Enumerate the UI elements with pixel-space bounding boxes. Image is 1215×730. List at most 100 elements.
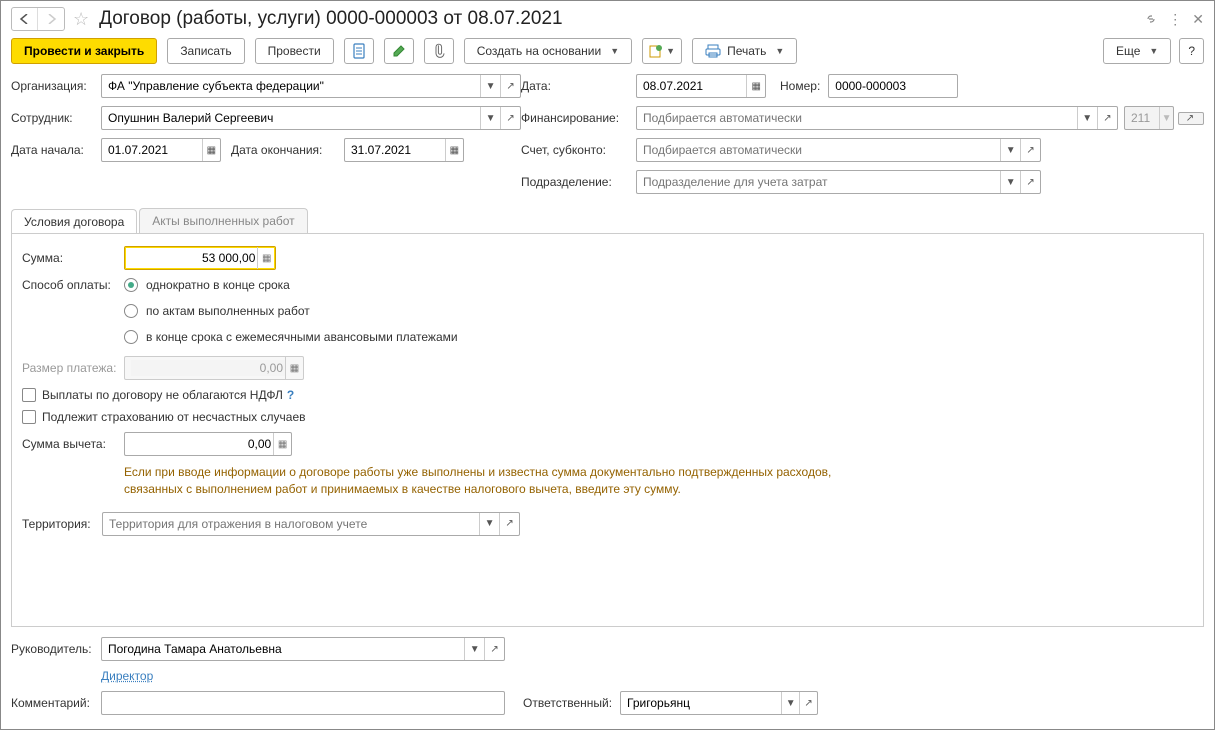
financing-input[interactable] (637, 107, 1077, 129)
nav-back-button[interactable] (12, 8, 38, 30)
chevron-down-icon: ▼ (775, 46, 784, 56)
manager-input[interactable] (102, 638, 464, 660)
checkbox-no-ndfl-label: Выплаты по договору не облагаются НДФЛ (42, 388, 283, 402)
more-label: Еще (1116, 44, 1140, 58)
date-input[interactable] (637, 75, 746, 97)
dropdown-icon: ▼ (1159, 107, 1173, 129)
dropdown-icon[interactable]: ▼ (480, 107, 500, 129)
page-title: Договор (работы, услуги) 0000-000003 от … (99, 8, 562, 30)
link-icon[interactable] (1144, 12, 1158, 26)
edit-icon-button[interactable] (384, 38, 414, 64)
manager-position-link[interactable]: Директор (101, 669, 153, 683)
report-icon-button[interactable] (344, 38, 374, 64)
date-end-label: Дата окончания: (231, 143, 344, 157)
sum-label: Cумма: (22, 251, 124, 265)
radio-icon (124, 278, 138, 292)
dropdown-icon[interactable]: ▼ (1000, 171, 1020, 193)
template-icon-button[interactable]: ▼ (642, 38, 682, 64)
create-based-button[interactable]: Создать на основании ▼ (464, 38, 632, 64)
open-icon[interactable]: ↗ (500, 107, 520, 129)
organization-label: Организация: (11, 79, 101, 93)
calculator-icon[interactable]: ▦ (273, 433, 291, 455)
territory-input[interactable] (103, 513, 479, 535)
date-label: Дата: (521, 79, 636, 93)
deduction-note: Если при вводе информации о договоре раб… (124, 464, 844, 498)
financing-label: Финансирование: (521, 111, 636, 125)
open-icon[interactable]: ↗ (1097, 107, 1117, 129)
post-and-close-button[interactable]: Провести и закрыть (11, 38, 157, 64)
open-icon[interactable]: ↗ (500, 75, 520, 97)
attachment-icon-button[interactable] (424, 38, 454, 64)
create-based-label: Создать на основании (477, 44, 602, 58)
tab-contract-terms[interactable]: Условия договора (11, 209, 137, 234)
payment-size-input (131, 360, 285, 376)
checkbox-insurance[interactable] (22, 410, 36, 424)
account-input[interactable] (637, 139, 1000, 161)
responsible-input[interactable] (621, 692, 781, 714)
comment-input[interactable] (102, 692, 504, 714)
employee-label: Сотрудник: (11, 111, 101, 125)
chevron-down-icon: ▼ (610, 46, 619, 56)
open-icon: ↗ (1179, 113, 1201, 124)
tab-acts-label: Акты выполненных работ (152, 214, 294, 228)
date-start-label: Дата начала: (11, 143, 101, 157)
help-hint-icon[interactable]: ? (287, 388, 294, 402)
calendar-icon[interactable]: ▦ (445, 139, 463, 161)
more-button[interactable]: Еще ▼ (1103, 38, 1171, 64)
radio-monthly-adv[interactable]: в конце срока с ежемесячными авансовыми … (124, 330, 458, 344)
post-label: Провести (268, 44, 321, 58)
print-label: Печать (727, 44, 766, 58)
responsible-label: Ответственный: (523, 696, 612, 710)
dropdown-icon[interactable]: ▼ (479, 513, 499, 535)
department-input[interactable] (637, 171, 1000, 193)
chevron-down-icon: ▼ (666, 46, 675, 56)
organization-input[interactable] (102, 75, 480, 97)
print-button[interactable]: Печать ▼ (692, 38, 797, 64)
radio-by-acts-label: по актам выполненных работ (146, 304, 310, 318)
calculator-icon[interactable]: ▦ (257, 247, 275, 269)
comment-label: Комментарий: (11, 696, 101, 710)
dropdown-icon[interactable]: ▼ (1077, 107, 1097, 129)
chevron-down-icon: ▼ (1149, 46, 1158, 56)
dropdown-icon[interactable]: ▼ (464, 638, 484, 660)
calendar-icon[interactable]: ▦ (746, 75, 765, 97)
date-end-input[interactable] (345, 139, 445, 161)
write-label: Записать (180, 44, 231, 58)
favorite-star-icon[interactable]: ☆ (73, 9, 89, 30)
write-button[interactable]: Записать (167, 38, 244, 64)
dropdown-icon[interactable]: ▼ (1000, 139, 1020, 161)
radio-icon (124, 330, 138, 344)
deduction-label: Сумма вычета: (22, 437, 124, 451)
close-icon[interactable]: ✕ (1192, 11, 1204, 28)
nav-forward-button[interactable] (38, 8, 64, 30)
radio-by-acts[interactable]: по актам выполненных работ (124, 304, 458, 318)
calendar-icon[interactable]: ▦ (202, 139, 220, 161)
checkbox-no-ndfl[interactable] (22, 388, 36, 402)
deduction-input[interactable] (131, 436, 273, 452)
pay-method-label: Способ оплаты: (22, 278, 124, 292)
post-button[interactable]: Провести (255, 38, 334, 64)
open-icon[interactable]: ↗ (799, 692, 817, 714)
dropdown-icon[interactable]: ▼ (781, 692, 799, 714)
post-and-close-label: Провести и закрыть (24, 44, 144, 58)
manager-label: Руководитель: (11, 642, 101, 656)
employee-input[interactable] (102, 107, 480, 129)
date-start-input[interactable] (102, 139, 202, 161)
open-icon[interactable]: ↗ (484, 638, 504, 660)
number-input[interactable] (829, 75, 957, 97)
tab-contract-terms-label: Условия договора (24, 215, 124, 229)
number-label: Номер: (780, 79, 820, 93)
payment-size-label: Размер платежа: (22, 361, 124, 375)
territory-label: Территория: (22, 517, 102, 531)
department-label: Подразделение: (521, 175, 636, 189)
radio-icon (124, 304, 138, 318)
help-button[interactable]: ? (1179, 38, 1204, 64)
tab-acts[interactable]: Акты выполненных работ (139, 208, 307, 233)
open-icon[interactable]: ↗ (1020, 139, 1040, 161)
radio-once-end[interactable]: однократно в конце срока (124, 278, 458, 292)
dropdown-icon[interactable]: ▼ (480, 75, 500, 97)
sum-input[interactable] (131, 250, 257, 266)
open-icon[interactable]: ↗ (499, 513, 519, 535)
kebab-menu-icon[interactable]: ⋮ (1168, 11, 1182, 28)
open-icon[interactable]: ↗ (1020, 171, 1040, 193)
